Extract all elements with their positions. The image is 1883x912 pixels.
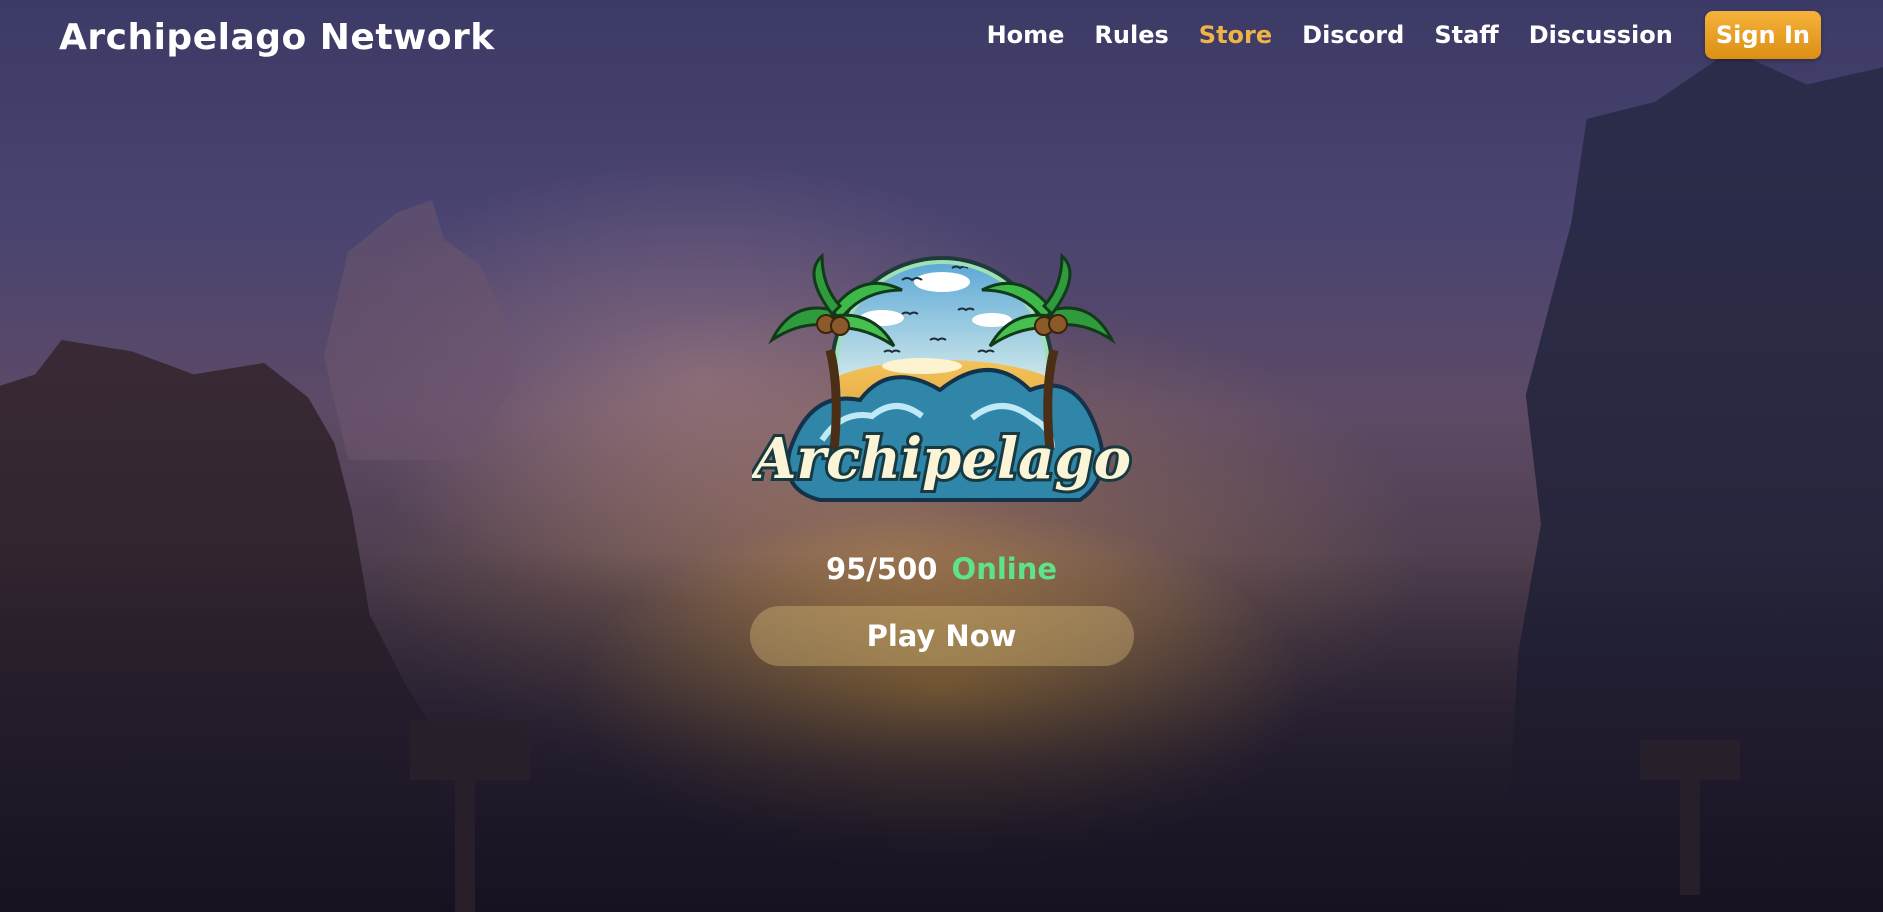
logo-text: Archipelago	[752, 426, 1131, 492]
play-now-button[interactable]: Play Now	[749, 606, 1134, 666]
site-header: Archipelago Network Home Rules Store Dis…	[0, 0, 1883, 80]
background-tree-trunk	[1680, 775, 1700, 895]
nav-store[interactable]: Store	[1199, 21, 1272, 49]
online-status: Online	[951, 552, 1058, 586]
archipelago-logo: Archipelago	[752, 252, 1132, 502]
player-count-value: 95/500	[825, 552, 938, 586]
hero-section: Archipelago 95/500 Online Play Now	[0, 240, 1883, 666]
background-tree-trunk	[455, 770, 475, 912]
nav-rules[interactable]: Rules	[1094, 21, 1168, 49]
brand-title[interactable]: Archipelago Network	[59, 17, 495, 58]
player-count: 95/500 Online	[826, 552, 1057, 586]
main-nav: Home Rules Store Discord Staff Discussio…	[987, 11, 1821, 59]
background-tree	[1640, 740, 1740, 780]
page: Archipelago Network Home Rules Store Dis…	[0, 0, 1883, 912]
nav-staff[interactable]: Staff	[1434, 21, 1498, 49]
nav-discord[interactable]: Discord	[1302, 21, 1404, 49]
nav-home[interactable]: Home	[987, 21, 1065, 49]
nav-discussion[interactable]: Discussion	[1529, 21, 1673, 49]
sign-in-button[interactable]: Sign In	[1704, 11, 1821, 59]
